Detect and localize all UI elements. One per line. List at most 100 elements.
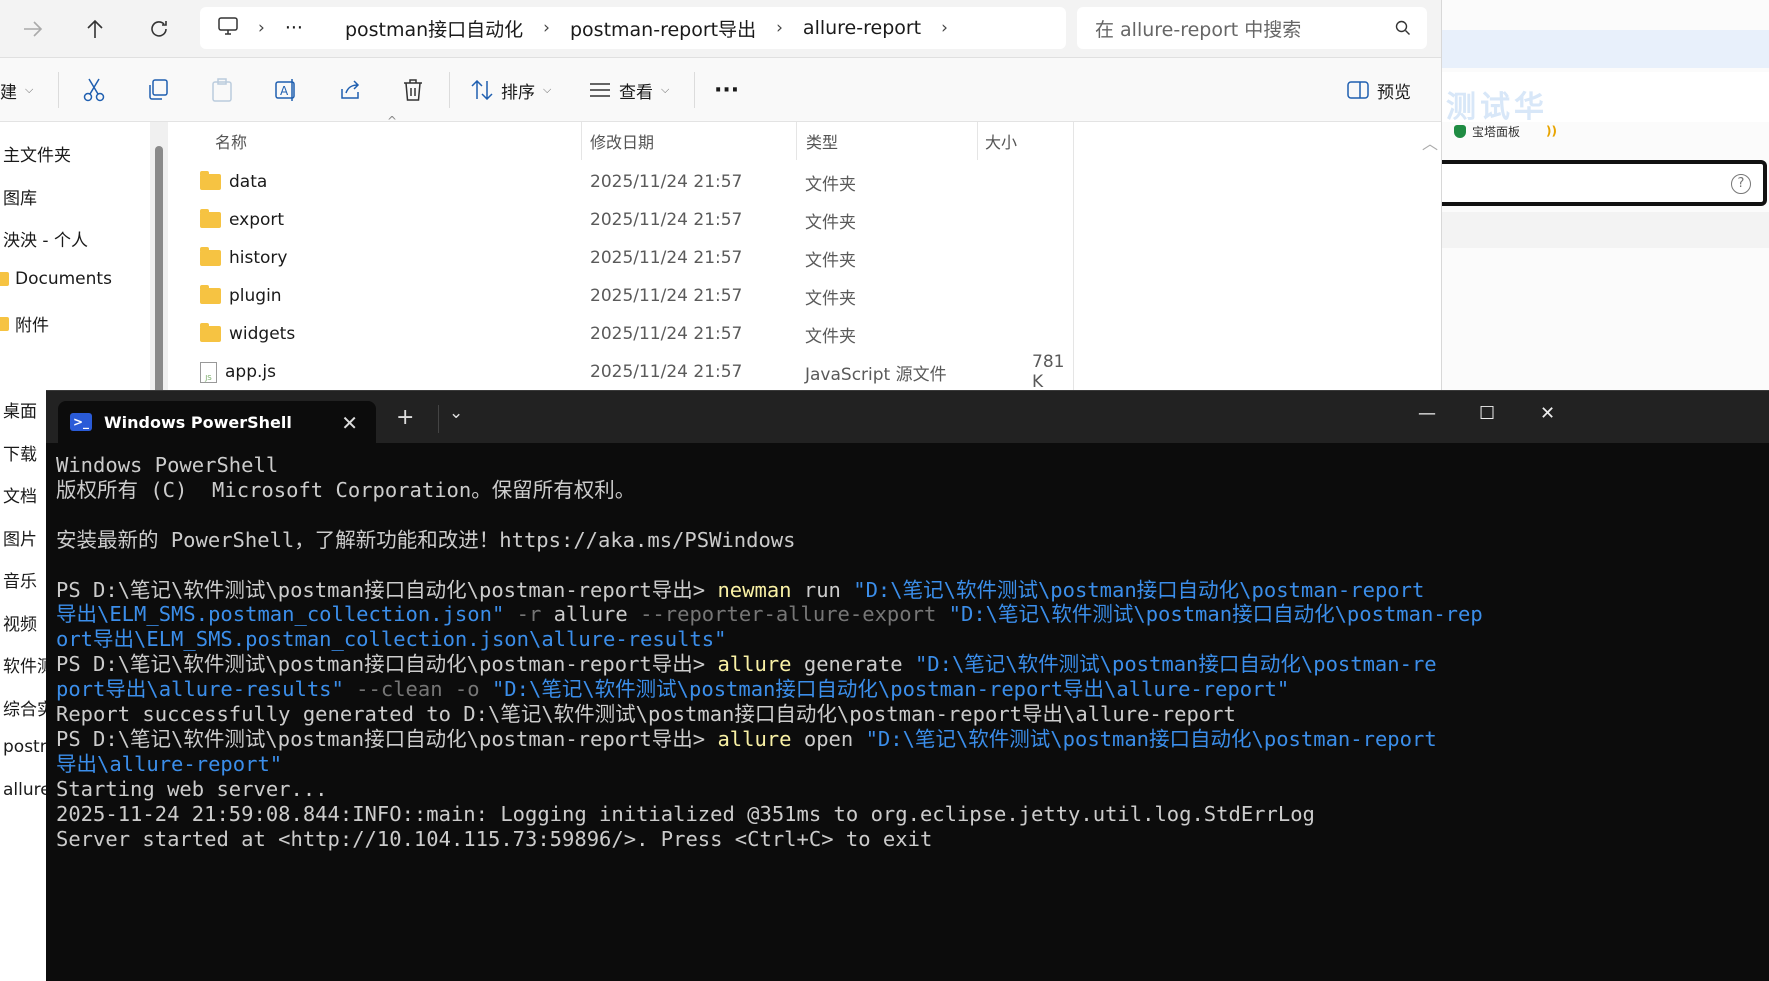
delete-icon[interactable] (403, 74, 423, 106)
monitor-icon[interactable] (218, 16, 238, 40)
chevron-down-icon: ⌵ (661, 83, 670, 96)
sidebar-item-attachments[interactable]: 附件 (0, 311, 49, 336)
column-header-type[interactable]: 类型 (796, 122, 976, 160)
scrollbar-thumb[interactable] (155, 146, 163, 406)
sort-up-icon: ^ (387, 114, 398, 128)
new-button[interactable]: 建 ⌵ (0, 74, 33, 106)
chevron-right-icon: › (258, 18, 265, 38)
minimize-icon[interactable]: — (1418, 403, 1436, 424)
toolbar-divider (58, 72, 59, 108)
forward-arrow-icon[interactable] (18, 14, 48, 44)
sort-button[interactable]: 排序 ⌵ (471, 74, 551, 106)
search-icon (1395, 19, 1411, 41)
file-type: 文件夹 (805, 174, 856, 195)
sidebar-item-videos[interactable]: 视频 (3, 610, 37, 635)
folder-icon (200, 323, 221, 342)
file-row[interactable]: plugin 2025/11/24 21:57 文件夹 (172, 277, 1072, 315)
command: allure (717, 652, 792, 677)
file-row[interactable]: widgets 2025/11/24 21:57 文件夹 (172, 315, 1072, 353)
copy-icon[interactable] (147, 74, 169, 106)
file-row[interactable]: export 2025/11/24 21:57 文件夹 (172, 201, 1072, 239)
column-header-date[interactable]: 修改日期 (580, 122, 795, 160)
sidebar-item-label: 附件 (15, 316, 49, 336)
column-label: 名称 (215, 133, 248, 152)
refresh-icon[interactable] (144, 14, 174, 44)
rename-icon[interactable]: A (275, 74, 299, 106)
file-row[interactable]: data 2025/11/24 21:57 文件夹 (172, 163, 1072, 201)
sidebar-item-onedrive[interactable]: 泱泱 - 个人 (3, 226, 88, 251)
scroll-up-icon[interactable]: ︿ (1422, 130, 1438, 154)
chevron-right-icon[interactable]: › (941, 18, 948, 38)
file-row[interactable]: history 2025/11/24 21:57 文件夹 (172, 239, 1072, 277)
sidebar-item-home[interactable]: 主文件夹 (3, 141, 71, 166)
terminal-output[interactable]: Windows PowerShell 版权所有 (C) Microsoft Co… (56, 453, 1756, 852)
parameter: --reporter-allure-export (627, 602, 949, 627)
prompt: PS D:\笔记\软件测试\postman接口自动化\postman-repor… (56, 577, 718, 602)
terminal-line: Starting web server... (56, 776, 328, 801)
column-header-size[interactable]: 大小 (975, 122, 1075, 160)
tab-powershell[interactable]: >_ Windows PowerShell ✕ (58, 401, 376, 443)
help-icon[interactable]: ? (1731, 174, 1751, 194)
breadcrumb-more[interactable]: ··· (285, 17, 303, 39)
tab-title: Windows PowerShell (104, 412, 292, 432)
toolbar-divider (449, 72, 450, 108)
file-name: app.js (225, 362, 276, 382)
string-argument: "D:\笔记\软件测试\postman接口自动化\postman-report导… (491, 677, 1290, 702)
sidebar-item-gallery[interactable]: 图库 (3, 184, 37, 209)
folder-icon (200, 247, 221, 266)
bookmark-baota[interactable]: 宝塔面板 (1472, 123, 1520, 140)
cut-icon[interactable] (83, 74, 105, 106)
breadcrumb[interactable]: › ··· postman接口自动化 › postman-report导出 › … (200, 7, 1066, 49)
close-tab-icon[interactable]: ✕ (341, 411, 358, 435)
string-argument: "D:\笔记\软件测试\postman接口自动化\postman-report (865, 726, 1437, 751)
sort-label: 排序 (501, 82, 535, 103)
terminal-line: Report successfully generated to D:\笔记\软… (56, 702, 1236, 727)
chevron-down-icon: ⌵ (543, 83, 552, 96)
svg-text:A: A (280, 84, 289, 98)
paste-icon[interactable] (211, 74, 233, 106)
terminal-line: Server started at <http://10.104.115.73:… (56, 826, 933, 851)
search-input[interactable]: 在 allure-report 中搜索 (1077, 7, 1427, 49)
file-name: history (229, 248, 288, 268)
sidebar-item-docs[interactable]: 文档 (3, 482, 37, 507)
string-argument: "D:\笔记\软件测试\postman接口自动化\postman-report (853, 577, 1425, 602)
maximize-icon[interactable]: ☐ (1479, 403, 1495, 424)
search-placeholder: 在 allure-report 中搜索 (1095, 18, 1302, 41)
tab-dropdown-button[interactable]: ⌄ (438, 403, 468, 433)
sidebar-item-pictures[interactable]: 图片 (3, 525, 37, 550)
powershell-window[interactable]: >_ Windows PowerShell ✕ + ⌄ — ☐ ✕ Window… (46, 390, 1769, 981)
file-row[interactable]: JS app.js 2025/11/24 21:57 JavaScript 源文件… (172, 352, 1072, 392)
share-icon[interactable] (339, 74, 361, 106)
argument: generate (791, 652, 915, 677)
sidebar-item-music[interactable]: 音乐 (3, 567, 37, 592)
breadcrumb-item-allure-report[interactable]: allure-report (803, 17, 921, 39)
powershell-icon: >_ (70, 413, 92, 431)
sidebar-item-allure[interactable]: allure (3, 780, 51, 800)
breadcrumb-item-postman[interactable]: postman接口自动化 (345, 15, 523, 42)
folder-icon (200, 285, 221, 304)
folder-icon (0, 316, 9, 331)
view-button[interactable]: 查看 ⌵ (589, 74, 669, 106)
file-date: 2025/11/24 21:57 (590, 210, 743, 230)
sidebar-item-documents[interactable]: Documents (0, 269, 112, 289)
file-list-scrollbar[interactable]: ︿ (1420, 122, 1441, 390)
folder-icon (200, 171, 221, 190)
terminal-title-bar[interactable]: >_ Windows PowerShell ✕ + ⌄ — ☐ ✕ (46, 391, 1769, 443)
browser-search-box[interactable]: ? (1442, 160, 1767, 206)
string-argument: "D:\笔记\软件测试\postman接口自动化\postman-re (914, 652, 1437, 677)
terminal-line: 2025-11-24 21:59:08.844:INFO::main: Logg… (56, 801, 1315, 826)
file-name: widgets (229, 324, 296, 344)
preview-button[interactable]: 预览 (1347, 74, 1411, 106)
close-window-icon[interactable]: ✕ (1540, 403, 1555, 424)
bookmark-logo-icon[interactable]: )) (1546, 124, 1557, 138)
column-divider (1073, 122, 1074, 390)
sidebar-item-downloads[interactable]: 下载 (3, 440, 37, 465)
file-list: 名称 ^ 修改日期 类型 大小 data 2025/11/24 21:57 文件… (172, 114, 1420, 392)
breadcrumb-item-report[interactable]: postman-report导出 (570, 15, 756, 42)
sidebar-item-desktop[interactable]: 桌面 (3, 397, 37, 422)
terminal-line: 版权所有 (C) Microsoft Corporation。保留所有权利。 (56, 477, 636, 502)
column-header-name[interactable]: 名称 ^ (205, 114, 585, 160)
more-button[interactable]: ··· (714, 74, 739, 106)
new-tab-button[interactable]: + (396, 405, 414, 430)
up-arrow-icon[interactable] (80, 14, 110, 44)
